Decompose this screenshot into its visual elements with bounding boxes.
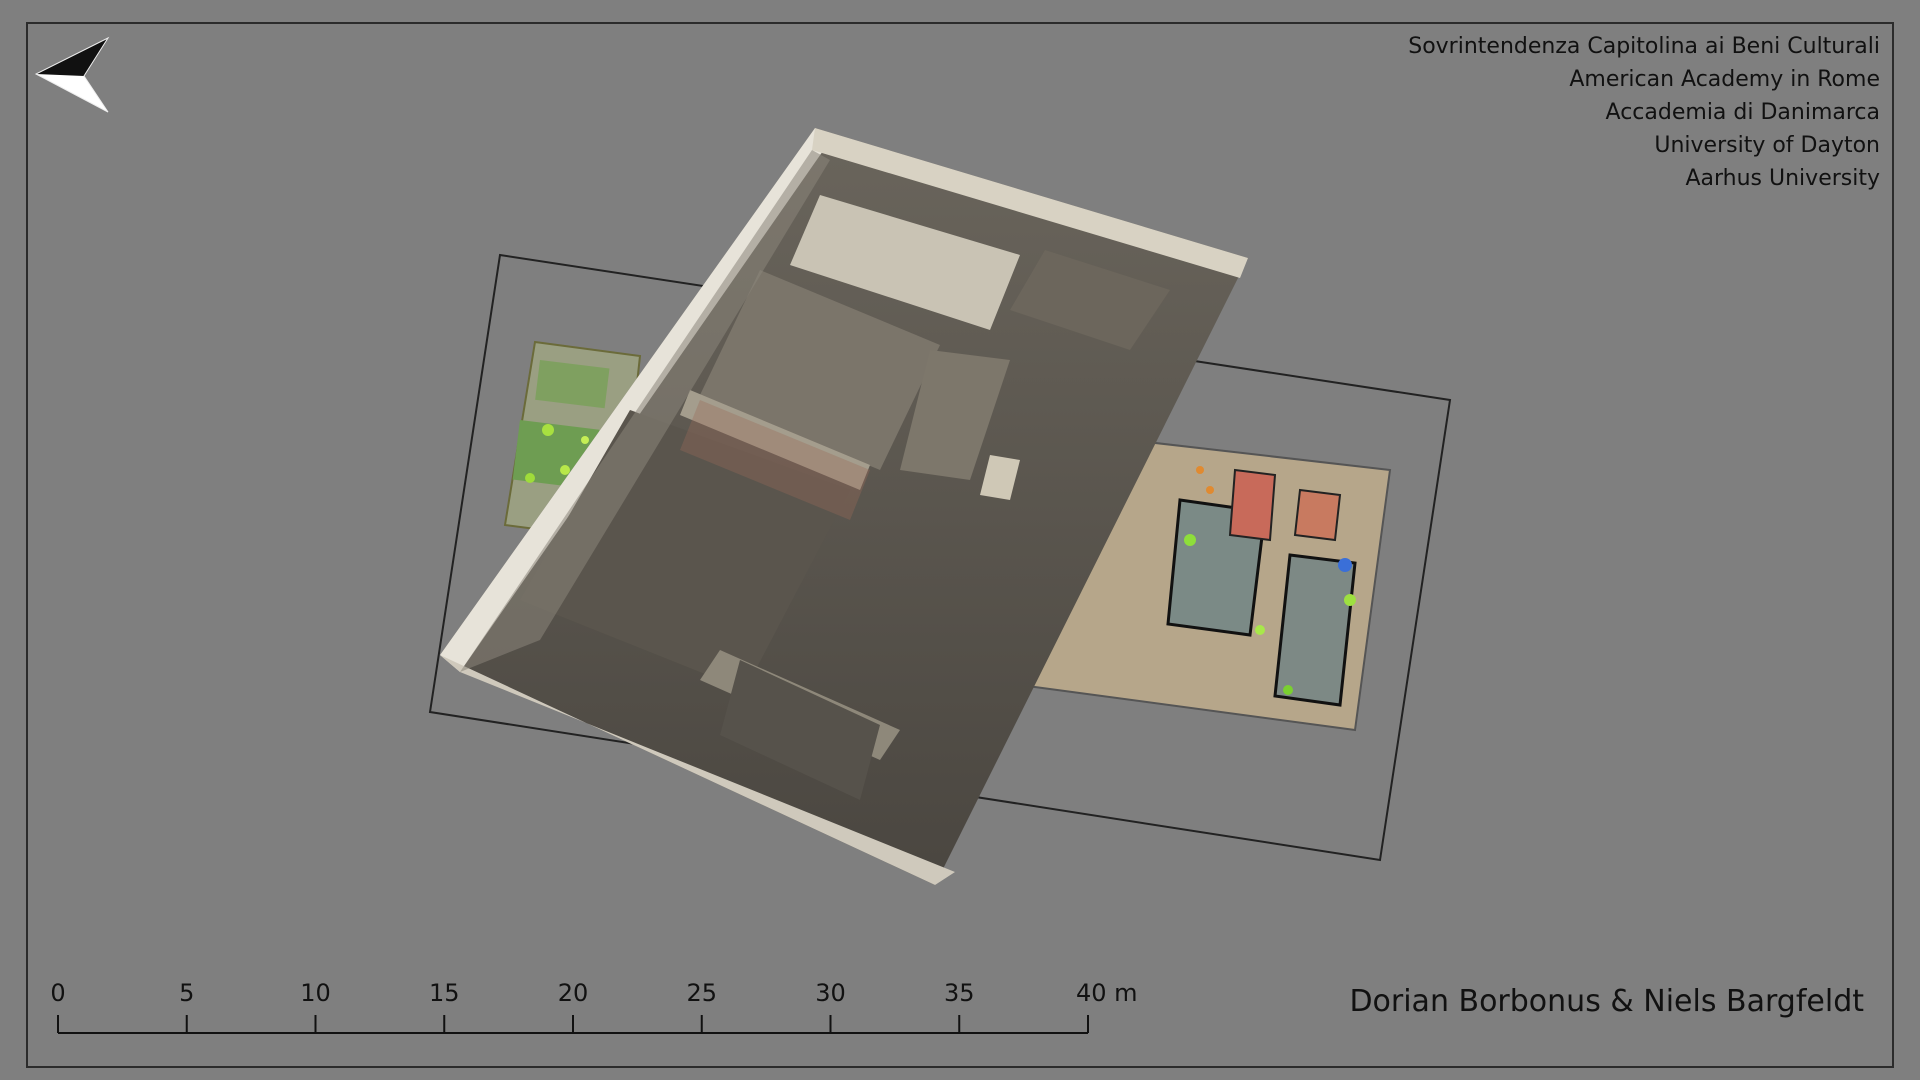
scale-bar: 0 5 10 15 20 25 30 35 40 m [50, 979, 1138, 1034]
scale-tick-label: 5 [179, 979, 194, 1007]
scale-tick-label: 25 [686, 979, 717, 1007]
authors-credit: Dorian Borbonus & Niels Bargfeldt [1349, 984, 1864, 1019]
scale-tick-label: 0 [50, 979, 65, 1007]
scale-tick-label: 15 [429, 979, 460, 1007]
scale-tick-label: 35 [944, 979, 975, 1007]
scale-tick-label: 30 [815, 979, 846, 1007]
scale-tick-label: 40 m [1076, 979, 1138, 1007]
scale-tick-label: 10 [300, 979, 331, 1007]
scale-tick-label: 20 [558, 979, 589, 1007]
